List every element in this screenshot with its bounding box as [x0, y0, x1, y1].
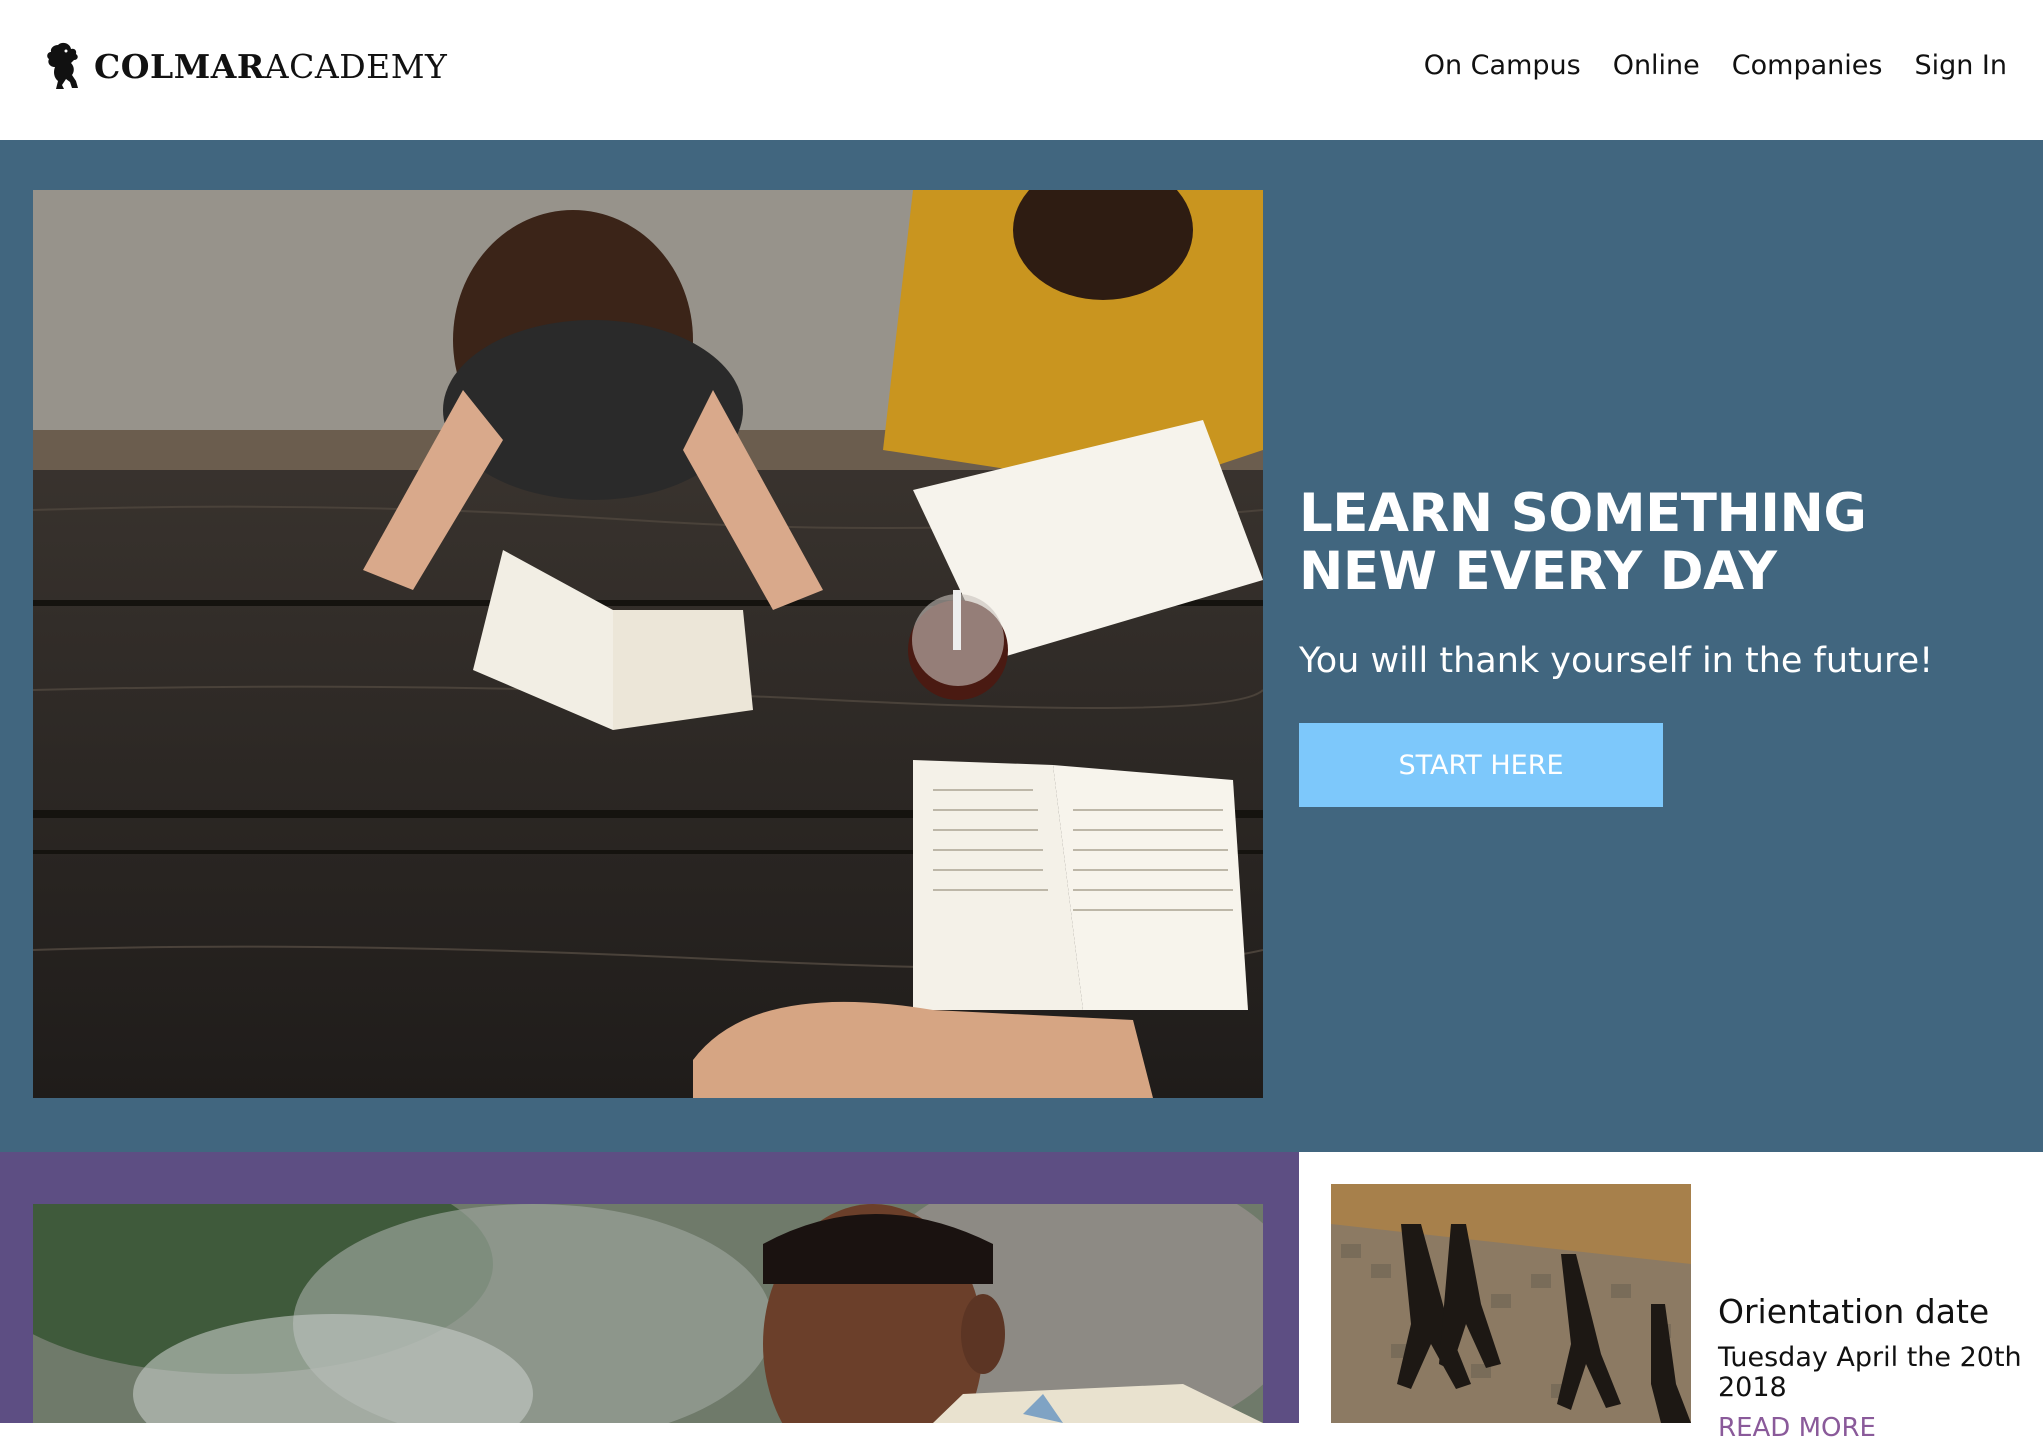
hero-copy: LEARN SOMETHING NEW EVERY DAY You will t…	[1299, 485, 2019, 807]
start-here-button[interactable]: START HERE	[1299, 723, 1663, 807]
site-header: COLMARACADEMY On Campus Online Companies…	[0, 0, 2043, 140]
event-date: Tuesday April the 20th 2018	[1718, 1342, 2022, 1403]
nav-sign-in[interactable]: Sign In	[1914, 50, 2007, 81]
hero-subtitle: You will thank yourself in the future!	[1299, 641, 1934, 681]
nav-companies[interactable]: Companies	[1732, 50, 1883, 81]
brand-name-bold: COLMAR	[94, 46, 265, 86]
brand-logo[interactable]: COLMARACADEMY	[44, 40, 447, 92]
students-studying-photo	[33, 190, 1263, 1098]
main-nav: On Campus Online Companies Sign In	[1424, 50, 2007, 81]
nav-online[interactable]: Online	[1613, 50, 1700, 81]
event-photo	[1331, 1184, 1691, 1423]
hero-title: LEARN SOMETHING NEW EVERY DAY	[1299, 483, 1867, 602]
event-title: Orientation date	[1718, 1292, 1990, 1331]
feature-photo	[33, 1204, 1263, 1423]
feature-section	[0, 1152, 1299, 1423]
lion-rampant-icon	[47, 42, 78, 89]
event-details: Orientation date Tuesday April the 20th …	[1718, 1292, 2028, 1443]
hero-photo	[33, 190, 1263, 1098]
student-portrait-photo	[33, 1204, 1263, 1423]
hero-section: LEARN SOMETHING NEW EVERY DAY You will t…	[0, 140, 2043, 1152]
brand-wordmark: COLMARACADEMY	[94, 47, 447, 86]
event-card: Orientation date Tuesday April the 20th …	[1299, 1152, 2043, 1443]
brand-name-regular: ACADEMY	[264, 46, 448, 86]
shadows-on-cobblestone-photo	[1331, 1184, 1691, 1423]
nav-on-campus[interactable]: On Campus	[1424, 50, 1581, 81]
read-more-link[interactable]: READ MORE	[1718, 1413, 2028, 1443]
